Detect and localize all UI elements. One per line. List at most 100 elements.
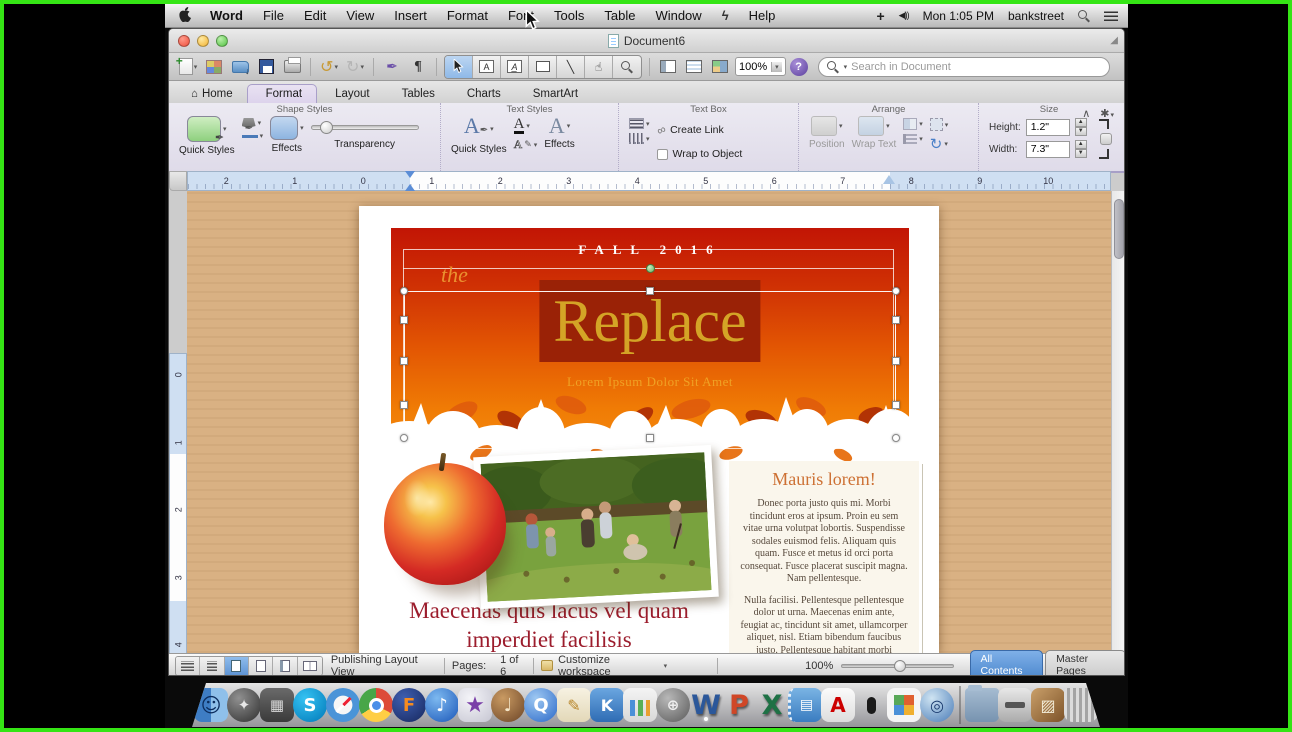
font-color-button[interactable]: A▾: [514, 118, 538, 134]
zoom-slider[interactable]: [841, 664, 953, 668]
minimize-window-button[interactable]: [197, 35, 209, 47]
transparency-slider[interactable]: Transparency: [311, 116, 419, 150]
menu-item-view[interactable]: View: [336, 8, 384, 23]
outline-view-button[interactable]: [200, 657, 224, 675]
redo-button[interactable]: ↻▾: [344, 56, 366, 78]
launchpad-dock-icon[interactable]: ✦: [227, 688, 261, 722]
menu-item-edit[interactable]: Edit: [294, 8, 336, 23]
horizontal-ruler[interactable]: 2101234567891011: [187, 171, 1111, 191]
selection-handle-top-right[interactable]: [892, 287, 900, 295]
format-painter-button[interactable]: ✒: [381, 56, 403, 78]
apple-image[interactable]: [384, 463, 506, 585]
print-button[interactable]: [281, 56, 303, 78]
height-input[interactable]: [1026, 119, 1070, 136]
lock-aspect-button[interactable]: [1100, 133, 1112, 145]
folder-dock-icon[interactable]: [965, 688, 999, 722]
rotate-object-button[interactable]: ↻▾: [930, 135, 949, 153]
new-document-button[interactable]: +▾: [177, 56, 199, 78]
search-in-document-field[interactable]: ▾: [818, 57, 1110, 77]
checkbox-icon[interactable]: [657, 149, 668, 160]
help-button[interactable]: ?: [790, 58, 808, 76]
vertical-ruler[interactable]: 0123456: [169, 353, 187, 676]
adobe-reader-dock-icon[interactable]: A: [821, 688, 855, 722]
selection-handle-bottom-left[interactable]: [400, 434, 408, 442]
notebook-dock-icon[interactable]: ▤: [788, 688, 822, 722]
customize-dropdown-icon[interactable]: ▾: [664, 662, 668, 670]
width-input[interactable]: [1026, 141, 1070, 158]
chrome-dock-icon[interactable]: [359, 688, 393, 722]
text-direction-button[interactable]: ▾: [629, 133, 650, 144]
newsletter-page[interactable]: FALL 2016 the Replace Lorem Ipsum Dolor …: [359, 206, 939, 653]
word-dock-icon[interactable]: W: [689, 688, 723, 722]
menu-user[interactable]: bankstreet: [1008, 9, 1064, 23]
transparency-slider-thumb[interactable]: [320, 121, 333, 134]
position-button[interactable]: ▾ Position: [809, 116, 845, 150]
scrollbar-thumb[interactable]: [1114, 199, 1124, 259]
lock-aspect-ratio-control[interactable]: [1094, 119, 1109, 159]
shape-quick-styles-button[interactable]: ✒▾ Quick Styles: [179, 116, 235, 156]
excel-dock-icon[interactable]: X: [755, 688, 789, 722]
draft-view-button[interactable]: [176, 657, 200, 675]
shape-effects-button[interactable]: ▾ Effects: [270, 116, 304, 154]
apple-menu-icon[interactable]: [179, 7, 192, 25]
sidebar-toggle-button[interactable]: [657, 56, 679, 78]
master-pages-tab[interactable]: Master Pages: [1045, 650, 1125, 676]
dock-divider[interactable]: [959, 686, 961, 724]
trash-dock-icon[interactable]: [1064, 688, 1098, 722]
safari-dock-icon[interactable]: [326, 688, 360, 722]
selection-handle-right-middle[interactable]: [892, 357, 900, 365]
menu-item-insert[interactable]: Insert: [384, 8, 437, 23]
collapse-ribbon-icon[interactable]: ∧: [1082, 107, 1090, 120]
gallery-button[interactable]: [203, 56, 225, 78]
rotation-handle[interactable]: [646, 264, 655, 273]
text-align-button[interactable]: ▾: [629, 118, 650, 129]
zoom-window-button[interactable]: [216, 35, 228, 47]
height-stepper[interactable]: ▲▼: [1075, 118, 1087, 136]
rectangle-tool[interactable]: [529, 56, 557, 78]
powerpoint-dock-icon[interactable]: P: [722, 688, 756, 722]
garageband-dock-icon[interactable]: ♩: [491, 688, 525, 722]
ribbon-tab[interactable]: Format: [247, 84, 317, 103]
office-tools-dock-icon[interactable]: [887, 688, 921, 722]
office-globe-dock-icon[interactable]: ⊕: [656, 688, 690, 722]
ribbon-tab[interactable]: ⌂ Home: [177, 85, 247, 103]
imovie-dock-icon[interactable]: ★: [458, 688, 492, 722]
ribbon-tab[interactable]: Tables: [384, 85, 449, 103]
title-bar[interactable]: Document6 ◢: [169, 29, 1124, 53]
script-menu-icon[interactable]: ϟ: [712, 8, 739, 23]
open-button[interactable]: [229, 56, 251, 78]
notification-center-icon[interactable]: [1104, 11, 1118, 21]
numbers-dock-icon[interactable]: [623, 688, 657, 722]
zoom-tool[interactable]: [613, 56, 641, 78]
text-quick-styles-button[interactable]: A✒▾ Quick Styles: [451, 116, 507, 155]
indent-marker[interactable]: [405, 171, 415, 191]
focus-view-button[interactable]: [298, 657, 322, 675]
group-objects-button[interactable]: ▾: [930, 118, 949, 131]
reorder-objects-button[interactable]: ▾: [903, 118, 923, 130]
menu-item-table[interactable]: Table: [594, 8, 645, 23]
family-photo[interactable]: [473, 445, 719, 609]
menu-item-word[interactable]: Word: [200, 8, 253, 23]
window-resize-icon[interactable]: ◢: [1110, 35, 1118, 46]
selection-handle-bottom-center[interactable]: [646, 434, 654, 442]
photos-dock-icon[interactable]: ▨: [1031, 688, 1065, 722]
publishing-layout-view-button[interactable]: [225, 657, 249, 675]
quicktime-dock-icon[interactable]: Q: [524, 688, 558, 722]
select-pointer-tool[interactable]: [445, 56, 473, 78]
selection-bounding-box[interactable]: [404, 291, 896, 438]
selection-handle-bottom-right[interactable]: [892, 434, 900, 442]
vertical-scrollbar[interactable]: [1111, 191, 1125, 653]
search-input[interactable]: [851, 61, 1100, 73]
spotlight-search-icon[interactable]: [1078, 10, 1090, 22]
itunes-dock-icon[interactable]: ♪: [425, 688, 459, 722]
close-window-button[interactable]: [178, 35, 190, 47]
text-outline-button[interactable]: A✎▾: [514, 138, 538, 151]
menu-item-window[interactable]: Window: [645, 8, 711, 23]
right-article-column[interactable]: Mauris lorem! Donec porta justo quis mi.…: [729, 461, 919, 653]
selection-handle-left-upper[interactable]: [400, 316, 408, 324]
publishing-layout-button[interactable]: [709, 56, 731, 78]
keynote-dock-icon[interactable]: K: [590, 688, 624, 722]
undo-button[interactable]: ↺▾: [318, 56, 340, 78]
pages-value[interactable]: 1 of 6: [500, 654, 526, 677]
selection-handle-top-left[interactable]: [400, 287, 408, 295]
